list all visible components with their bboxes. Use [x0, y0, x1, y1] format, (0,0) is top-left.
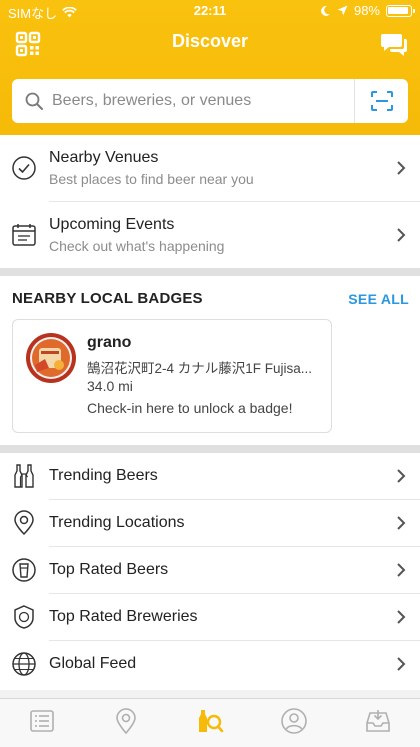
location-pin-icon	[14, 510, 34, 536]
upcoming-events-subtitle: Check out what's happening	[49, 238, 225, 254]
badges-heading: NEARBY LOCAL BADGES	[12, 290, 203, 307]
calendar-icon	[12, 224, 36, 246]
badge-venue-address: 鵠沼花沢町2-4 カナル藤沢1F Fujisa...	[87, 361, 313, 376]
globe-icon	[12, 652, 36, 676]
global-feed-row[interactable]: Global Feed	[0, 641, 420, 687]
page-title: Discover	[171, 31, 249, 51]
chevron-right-icon	[397, 161, 406, 175]
trending-beers-label: Trending Beers	[49, 467, 158, 484]
nearby-venues-subtitle: Best places to find beer near you	[49, 171, 254, 187]
activity-feed-icon[interactable]	[28, 707, 56, 735]
see-all-link[interactable]: SEE ALL	[348, 291, 409, 307]
chevron-right-icon	[397, 610, 406, 624]
nearby-venues-title: Nearby Venues	[49, 149, 159, 166]
brewery-badge-icon	[14, 605, 34, 629]
top-rated-breweries-row[interactable]: Top Rated Breweries	[0, 594, 420, 640]
upcoming-events-row[interactable]: Upcoming Events Check out what's happeni…	[0, 202, 420, 268]
venue-badge-image	[26, 333, 76, 383]
chevron-right-icon	[397, 228, 406, 242]
chevron-right-icon	[397, 469, 406, 483]
trending-locations-row[interactable]: Trending Locations	[0, 500, 420, 546]
battery-icon	[386, 4, 415, 17]
discover-links: Nearby Venues Best places to find beer n…	[0, 135, 420, 268]
chat-bubbles-icon	[381, 34, 407, 56]
top-rated-breweries-label: Top Rated Breweries	[49, 608, 198, 625]
barcode-scan-icon	[370, 91, 393, 111]
badge-venue-distance: 34.0 mi	[87, 378, 133, 394]
badge-card[interactable]: grano 鵠沼花沢町2-4 カナル藤沢1F Fujisa... 34.0 mi…	[12, 319, 332, 433]
nearby-venues-row[interactable]: Nearby Venues Best places to find beer n…	[0, 135, 420, 201]
chevron-right-icon	[397, 563, 406, 577]
moon-icon	[321, 5, 330, 16]
trending-beers-row[interactable]: Trending Beers	[0, 453, 420, 499]
profile-icon[interactable]	[280, 707, 308, 735]
search-icon	[25, 92, 43, 110]
discover-search-icon[interactable]	[196, 707, 224, 735]
tab-bar	[0, 698, 420, 747]
section-separator	[0, 268, 420, 276]
lists-section: Trending Beers Trending Locations Top Ra…	[0, 453, 420, 690]
top-rated-beers-row[interactable]: Top Rated Beers	[0, 547, 420, 593]
bottles-icon	[14, 464, 34, 488]
barcode-scan-button[interactable]	[354, 79, 408, 123]
badge-venue-name: grano	[87, 334, 132, 351]
location-arrow-icon	[337, 5, 348, 16]
check-circle-icon	[12, 156, 36, 180]
upcoming-events-title: Upcoming Events	[49, 216, 175, 233]
chevron-right-icon	[397, 657, 406, 671]
venues-pin-icon[interactable]	[112, 707, 140, 735]
search-input[interactable]	[52, 92, 342, 110]
beer-glass-icon	[12, 558, 36, 582]
messages-button[interactable]	[380, 30, 408, 58]
top-rated-beers-label: Top Rated Beers	[49, 561, 169, 578]
section-separator	[0, 445, 420, 453]
battery-percent: 98%	[353, 3, 380, 18]
global-feed-label: Global Feed	[49, 655, 137, 672]
inbox-icon[interactable]	[364, 707, 392, 735]
chevron-right-icon	[397, 516, 406, 530]
search-bar	[12, 79, 408, 123]
badge-unlock-text: Check-in here to unlock a badge!	[87, 400, 293, 416]
header: SIMなし 22:11 98% Discover	[0, 0, 420, 135]
status-bar: SIMなし 22:11 98%	[0, 0, 420, 22]
trending-locations-label: Trending Locations	[49, 514, 185, 531]
